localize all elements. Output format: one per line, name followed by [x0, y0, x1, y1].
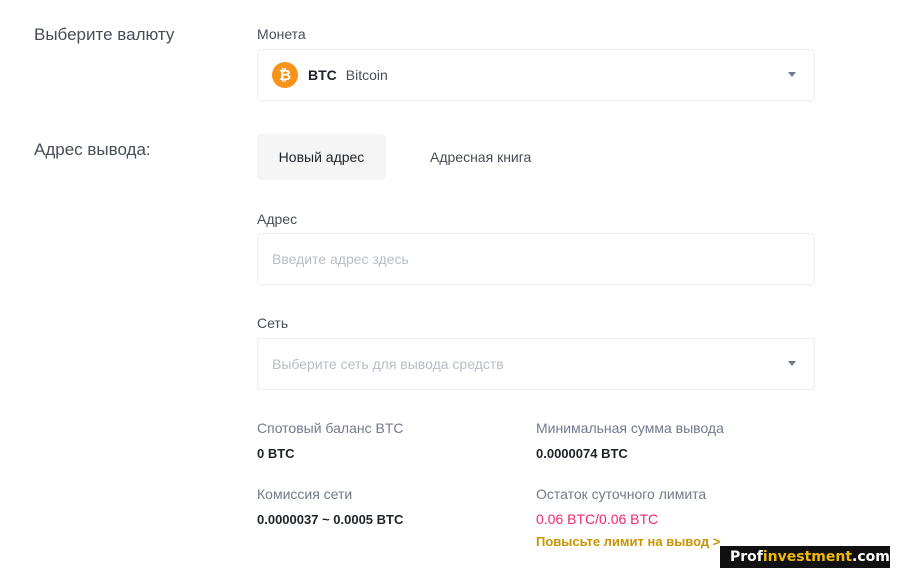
watermark-brand-c: .com — [852, 549, 890, 565]
watermark-brand-b: investment — [762, 549, 853, 565]
coin-select[interactable]: ₿ BTC Bitcoin — [257, 49, 815, 101]
chevron-down-icon — [788, 361, 796, 366]
address-input[interactable]: Введите адрес здесь — [257, 233, 815, 285]
network-fee-label: Комиссия сети — [257, 486, 353, 502]
min-withdraw-label: Минимальная сумма вывода — [536, 420, 724, 436]
address-field-label: Адрес — [257, 211, 298, 227]
spot-balance-value: 0 BTC — [257, 446, 295, 461]
network-field-label: Сеть — [257, 315, 289, 331]
chevron-down-icon — [788, 72, 796, 77]
daily-limit-value: 0.06 BTC/0.06 BTC — [536, 511, 659, 527]
coin-symbol: BTC — [308, 67, 337, 83]
coin-label: Монета — [257, 26, 306, 42]
tab-address-book[interactable]: Адресная книга — [430, 134, 531, 180]
spot-balance-label: Спотовый баланс BTC — [257, 420, 404, 436]
daily-limit-label: Остаток суточного лимита — [536, 486, 707, 502]
coin-name: Bitcoin — [345, 67, 388, 83]
bitcoin-icon: ₿ — [272, 62, 298, 88]
withdraw-address-label: Адрес вывода: — [34, 140, 151, 159]
select-currency-label: Выберите валюту — [34, 25, 175, 44]
network-select[interactable]: Выберите сеть для вывода средств — [257, 338, 815, 390]
min-withdraw-value: 0.0000074 BTC — [536, 446, 628, 461]
network-placeholder: Выберите сеть для вывода средств — [272, 356, 504, 372]
raise-limit-link[interactable]: Повысьте лимит на вывод > — [536, 534, 720, 549]
address-placeholder: Введите адрес здесь — [272, 251, 409, 267]
watermark-brand-a: Prof — [730, 549, 763, 565]
watermark: Prof investment .com — [720, 546, 890, 568]
network-fee-value: 0.0000037 ~ 0.0005 BTC — [257, 512, 404, 527]
tab-new-address[interactable]: Новый адрес — [257, 134, 386, 180]
